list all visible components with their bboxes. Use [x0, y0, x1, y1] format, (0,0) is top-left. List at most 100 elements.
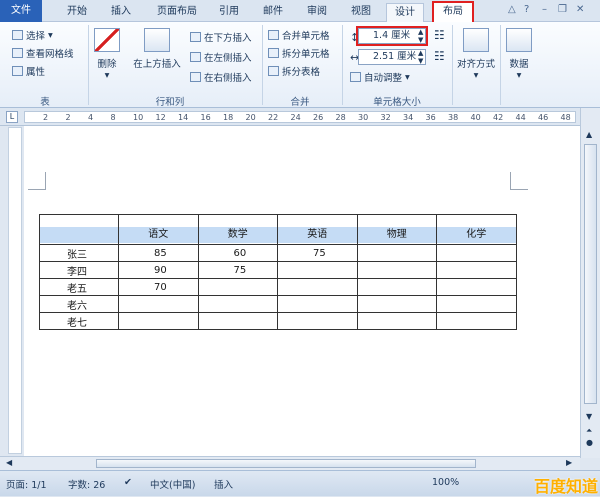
- ruler-tick-label: 26: [313, 113, 324, 122]
- table-cell[interactable]: [356, 244, 437, 262]
- table-cell[interactable]: [277, 278, 358, 296]
- table-cell[interactable]: [356, 261, 437, 279]
- tab-mailings[interactable]: 邮件: [256, 3, 290, 22]
- scroll-up-icon[interactable]: ▲: [586, 130, 592, 139]
- delete-button[interactable]: 删除 ▾: [92, 28, 122, 81]
- tab-design[interactable]: 设计: [386, 3, 424, 22]
- table-cell[interactable]: [197, 295, 278, 313]
- help-icon[interactable]: ?: [524, 4, 529, 15]
- table-cell[interactable]: 70: [118, 278, 199, 296]
- insert-right-button[interactable]: 在右侧插入: [190, 70, 252, 84]
- vertical-scrollbar[interactable]: ▲ ▼ ⏶ ●: [580, 108, 600, 458]
- scroll-left-icon[interactable]: ◀: [6, 458, 12, 467]
- header-cell[interactable]: 物理: [356, 214, 437, 245]
- scores-table[interactable]: 语文 数学 英语 物理 化学 张三 85 60 75 李四 90 75 老五 7…: [39, 214, 517, 330]
- select-button[interactable]: 选择 ▾: [12, 28, 53, 42]
- row-height-input[interactable]: 1.4 厘米: [356, 26, 428, 46]
- tab-references[interactable]: 引用: [212, 3, 246, 22]
- table-cell[interactable]: [197, 312, 278, 330]
- ruler-tick-label: 22: [268, 113, 279, 122]
- table-cell[interactable]: [356, 312, 437, 330]
- tab-layout[interactable]: 布局: [432, 1, 474, 22]
- ruler-tick-label: 40: [470, 113, 481, 122]
- horizontal-scroll-thumb[interactable]: [96, 459, 476, 468]
- table-cell[interactable]: 60: [197, 244, 278, 262]
- header-cell[interactable]: 数学: [197, 214, 278, 245]
- scroll-right-icon[interactable]: ▶: [566, 458, 572, 467]
- table-cell[interactable]: [436, 261, 517, 279]
- table-cell[interactable]: [118, 312, 199, 330]
- tab-insert[interactable]: 插入: [104, 3, 138, 22]
- insert-left-button[interactable]: 在左侧插入: [190, 50, 252, 64]
- tab-view[interactable]: 视图: [344, 3, 378, 22]
- insert-below-button[interactable]: 在下方插入: [190, 30, 252, 44]
- merge-cells-button[interactable]: 合并单元格: [268, 28, 330, 42]
- insert-right-icon: [190, 72, 201, 82]
- status-bar: 页面: 1/1 字数: 26 ✔ 中文(中国) 插入 100% 百度知道: [0, 470, 600, 496]
- tab-selector-icon[interactable]: L: [6, 111, 18, 123]
- horizontal-scrollbar[interactable]: ◀ ▶: [0, 456, 580, 470]
- split-cells-button[interactable]: 拆分单元格: [268, 46, 330, 60]
- table-cell[interactable]: 李四: [39, 261, 119, 279]
- browse-object-icon[interactable]: ●: [586, 438, 593, 447]
- header-cell[interactable]: 英语: [277, 214, 358, 245]
- table-cell[interactable]: [436, 312, 517, 330]
- page-count[interactable]: 页面: 1/1: [6, 477, 47, 491]
- table-cell[interactable]: 85: [118, 244, 199, 262]
- tab-file[interactable]: 文件: [0, 0, 42, 22]
- insert-mode-indicator[interactable]: 插入: [214, 477, 233, 491]
- table-cell[interactable]: [436, 278, 517, 296]
- table-row: 老五 70: [39, 278, 517, 296]
- ruler-tick-label: 2: [65, 113, 71, 122]
- minimize-ribbon-icon[interactable]: △: [508, 4, 516, 15]
- header-cell[interactable]: [39, 214, 119, 245]
- tab-home[interactable]: 开始: [60, 3, 94, 22]
- table-cell[interactable]: 张三: [39, 244, 119, 262]
- data-button[interactable]: 数据 ▾: [504, 28, 534, 81]
- autofit-button[interactable]: 自动调整 ▾: [350, 70, 410, 84]
- word-count[interactable]: 字数: 26: [68, 477, 105, 491]
- scroll-thumb[interactable]: [584, 144, 597, 404]
- view-gridlines-button[interactable]: 查看网格线: [12, 46, 74, 60]
- distribute-cols-icon[interactable]: ☷: [434, 49, 445, 63]
- window-restore-icon[interactable]: ❐: [558, 4, 567, 15]
- properties-button[interactable]: 属性: [12, 64, 45, 78]
- height-spinner-icon[interactable]: ▲ ▼: [418, 28, 423, 44]
- table-cell[interactable]: [277, 261, 358, 279]
- table-cell[interactable]: [277, 312, 358, 330]
- width-spinner-icon[interactable]: ▲ ▼: [418, 49, 423, 65]
- table-cell[interactable]: [277, 295, 358, 313]
- table-cell[interactable]: 老七: [39, 312, 119, 330]
- header-cell[interactable]: 语文: [118, 214, 199, 245]
- table-cell[interactable]: [197, 278, 278, 296]
- proofing-icon[interactable]: ✔: [124, 477, 132, 488]
- table-cell[interactable]: 75: [277, 244, 358, 262]
- insert-above-button[interactable]: 在上方插入: [130, 28, 184, 70]
- window-close-icon[interactable]: ✕: [576, 4, 584, 15]
- scroll-down-icon[interactable]: ▼: [586, 412, 592, 421]
- language-indicator[interactable]: 中文(中国): [150, 477, 195, 491]
- table-cell[interactable]: 老六: [39, 295, 119, 313]
- group-separator: [342, 25, 343, 105]
- tab-review[interactable]: 审阅: [300, 3, 334, 22]
- table-cell[interactable]: [356, 278, 437, 296]
- ribbon-panel: 选择 ▾ 查看网格线 属性 表 删除 ▾ 在上方插入 在下方插入 在左侧插入 在右…: [0, 22, 600, 108]
- tab-page-layout[interactable]: 页面布局: [148, 3, 206, 22]
- group-separator: [452, 25, 453, 105]
- window-minimize-icon[interactable]: –: [542, 4, 547, 15]
- distribute-rows-icon[interactable]: ☷: [434, 28, 445, 42]
- table-cell[interactable]: [118, 295, 199, 313]
- table-cell[interactable]: [436, 244, 517, 262]
- zoom-level[interactable]: 100%: [432, 477, 459, 488]
- table-cell[interactable]: [436, 295, 517, 313]
- header-cell[interactable]: 化学: [436, 214, 517, 245]
- table-cell[interactable]: 90: [118, 261, 199, 279]
- alignment-button[interactable]: 对齐方式 ▾: [456, 28, 496, 81]
- group-separator: [500, 25, 501, 105]
- table-cell[interactable]: 老五: [39, 278, 119, 296]
- split-table-button[interactable]: 拆分表格: [268, 64, 320, 78]
- table-cell[interactable]: 75: [197, 261, 278, 279]
- table-cell[interactable]: [356, 295, 437, 313]
- prev-page-icon[interactable]: ⏶: [586, 426, 592, 436]
- column-width-input[interactable]: 2.51 厘米: [358, 49, 426, 65]
